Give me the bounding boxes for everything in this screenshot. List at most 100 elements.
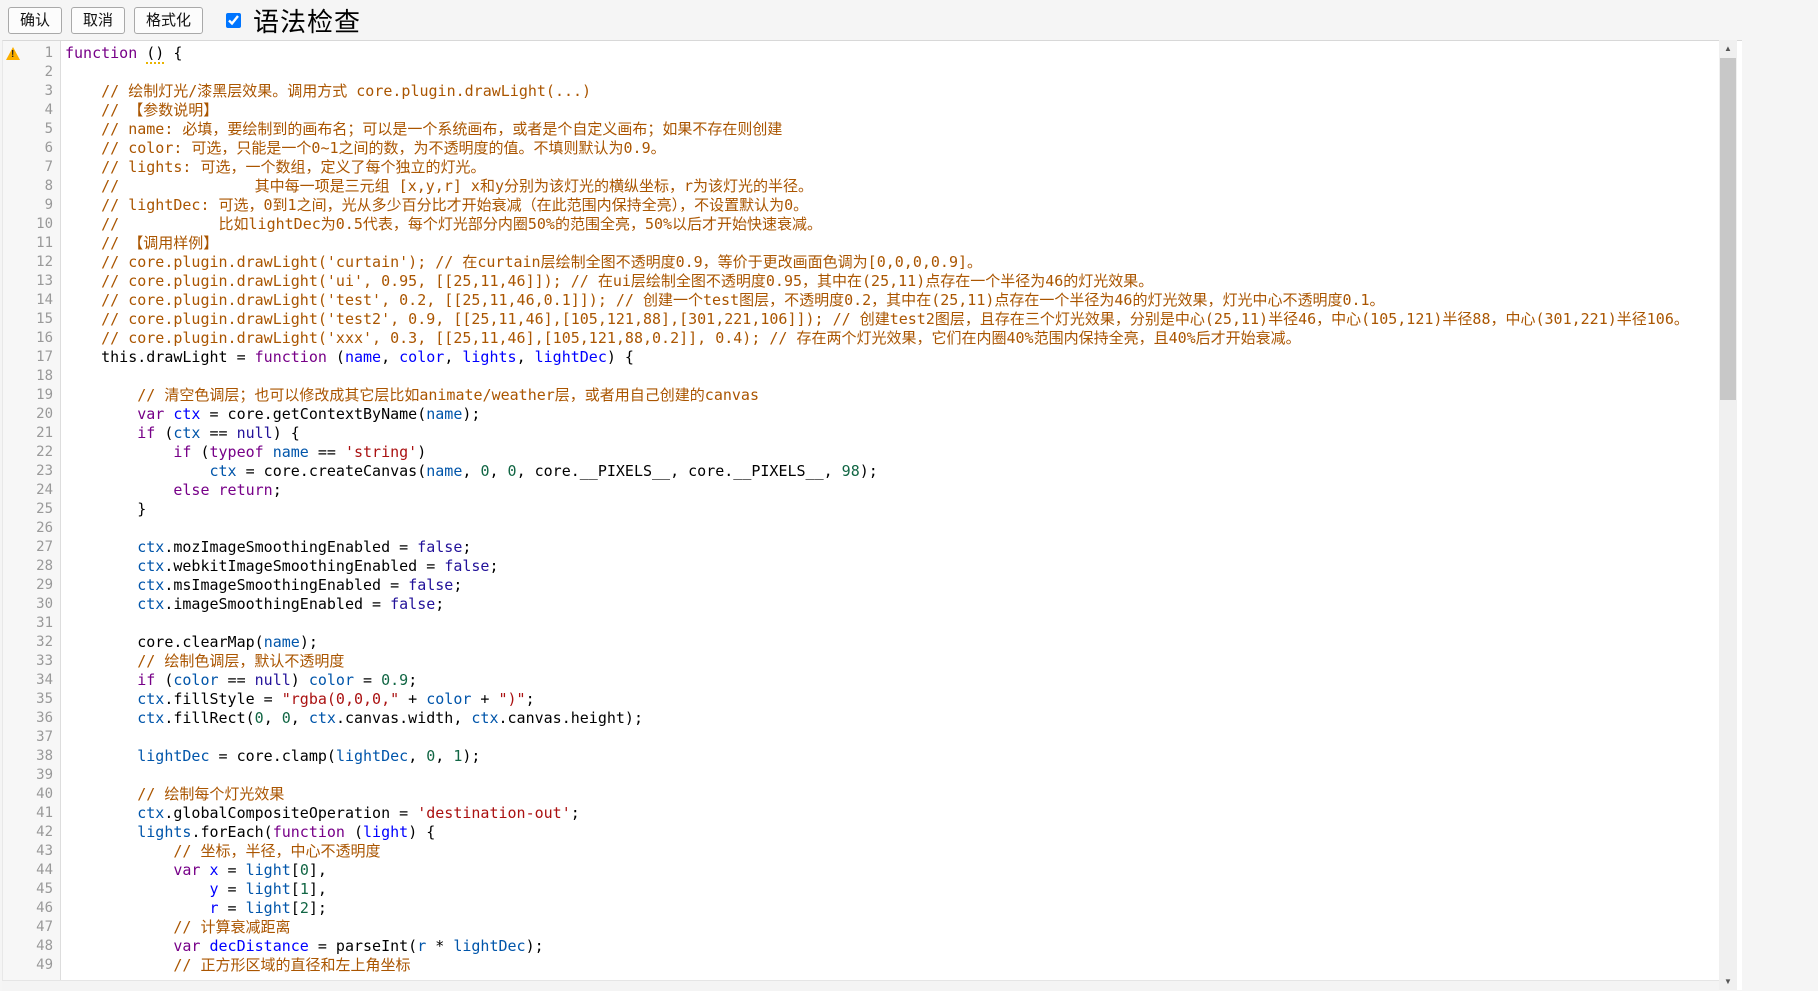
scroll-down-button[interactable]: ▼	[1719, 973, 1737, 990]
code-line[interactable]: 3 // 绘制灯光/漆黑层效果。调用方式 core.plugin.drawLig…	[3, 82, 1720, 101]
code-text[interactable]	[61, 63, 1720, 82]
code-line[interactable]: 29 ctx.msImageSmoothingEnabled = false;	[3, 576, 1720, 595]
code-line[interactable]: 10 // 比如lightDec为0.5代表，每个灯光部分内圈50%的范围全亮，…	[3, 215, 1720, 234]
code-line[interactable]: 12 // core.plugin.drawLight('curtain'); …	[3, 253, 1720, 272]
code-text[interactable]: // name: 必填，要绘制到的画布名；可以是一个系统画布，或者是个自定义画布…	[61, 120, 1720, 139]
code-text[interactable]: // core.plugin.drawLight('xxx', 0.3, [[2…	[61, 329, 1720, 348]
code-text[interactable]: // core.plugin.drawLight('ui', 0.95, [[2…	[61, 272, 1720, 291]
code-line[interactable]: 41 ctx.globalCompositeOperation = 'desti…	[3, 804, 1720, 823]
code-line[interactable]: 4 // 【参数说明】	[3, 101, 1720, 120]
code-text[interactable]: ctx.msImageSmoothingEnabled = false;	[61, 576, 1720, 595]
code-line[interactable]: 32 core.clearMap(name);	[3, 633, 1720, 652]
code-line[interactable]: 19 // 清空色调层；也可以修改成其它层比如animate/weather层，…	[3, 386, 1720, 405]
code-line[interactable]: 34 if (color == null) color = 0.9;	[3, 671, 1720, 690]
code-line[interactable]: 21 if (ctx == null) {	[3, 424, 1720, 443]
code-line[interactable]: 38 lightDec = core.clamp(lightDec, 0, 1)…	[3, 747, 1720, 766]
code-text[interactable]	[61, 519, 1720, 538]
code-line[interactable]: 26	[3, 519, 1720, 538]
code-line[interactable]: 13 // core.plugin.drawLight('ui', 0.95, …	[3, 272, 1720, 291]
confirm-button[interactable]: 确认	[8, 7, 62, 34]
code-line[interactable]: 27 ctx.mozImageSmoothingEnabled = false;	[3, 538, 1720, 557]
code-text[interactable]: // 计算衰减距离	[61, 918, 1720, 937]
code-text[interactable]: lightDec = core.clamp(lightDec, 0, 1);	[61, 747, 1720, 766]
code-line[interactable]: 37	[3, 728, 1720, 747]
code-line[interactable]: 18	[3, 367, 1720, 386]
scroll-up-button[interactable]: ▲	[1719, 40, 1737, 57]
code-text[interactable]: // core.plugin.drawLight('test2', 0.9, […	[61, 310, 1720, 329]
code-line[interactable]: 49 // 正方形区域的直径和左上角坐标	[3, 956, 1720, 975]
code-line[interactable]: 31	[3, 614, 1720, 633]
code-text[interactable]: var ctx = core.getContextByName(name);	[61, 405, 1720, 424]
code-text[interactable]: else return;	[61, 481, 1720, 500]
code-text[interactable]: ctx.imageSmoothingEnabled = false;	[61, 595, 1720, 614]
code-text[interactable]: ctx = core.createCanvas(name, 0, 0, core…	[61, 462, 1720, 481]
code-text[interactable]: r = light[2];	[61, 899, 1720, 918]
code-line[interactable]: 1function () {	[3, 44, 1720, 63]
code-line[interactable]: 23 ctx = core.createCanvas(name, 0, 0, c…	[3, 462, 1720, 481]
code-text[interactable]: // 绘制色调层，默认不透明度	[61, 652, 1720, 671]
code-line[interactable]: 6 // color: 可选，只能是一个0~1之间的数，为不透明度的值。不填则默…	[3, 139, 1720, 158]
code-text[interactable]: function () {	[61, 44, 1720, 63]
code-line[interactable]: 30 ctx.imageSmoothingEnabled = false;	[3, 595, 1720, 614]
code-line[interactable]: 45 y = light[1],	[3, 880, 1720, 899]
code-line[interactable]: 7 // lights: 可选，一个数组，定义了每个独立的灯光。	[3, 158, 1720, 177]
code-line[interactable]: 33 // 绘制色调层，默认不透明度	[3, 652, 1720, 671]
code-line[interactable]: 14 // core.plugin.drawLight('test', 0.2,…	[3, 291, 1720, 310]
code-area[interactable]: 1function () {23 // 绘制灯光/漆黑层效果。调用方式 core…	[3, 44, 1720, 975]
code-line[interactable]: 20 var ctx = core.getContextByName(name)…	[3, 405, 1720, 424]
vertical-scrollbar[interactable]: ▲ ▼	[1719, 40, 1737, 990]
code-text[interactable]	[61, 614, 1720, 633]
lint-warning-icon[interactable]	[3, 44, 23, 63]
code-text[interactable]: lights.forEach(function (light) {	[61, 823, 1720, 842]
code-text[interactable]: // 绘制灯光/漆黑层效果。调用方式 core.plugin.drawLight…	[61, 82, 1720, 101]
code-text[interactable]: ctx.fillStyle = "rgba(0,0,0," + color + …	[61, 690, 1720, 709]
code-text[interactable]: var decDistance = parseInt(r * lightDec)…	[61, 937, 1720, 956]
code-text[interactable]: ctx.fillRect(0, 0, ctx.canvas.width, ctx…	[61, 709, 1720, 728]
code-line[interactable]: 42 lights.forEach(function (light) {	[3, 823, 1720, 842]
code-text[interactable]: ctx.mozImageSmoothingEnabled = false;	[61, 538, 1720, 557]
code-line[interactable]: 40 // 绘制每个灯光效果	[3, 785, 1720, 804]
horizontal-scrollbar[interactable]	[2, 980, 1719, 991]
syntax-check-checkbox[interactable]	[226, 13, 241, 28]
code-line[interactable]: 2	[3, 63, 1720, 82]
code-line[interactable]: 5 // name: 必填，要绘制到的画布名；可以是一个系统画布，或者是个自定义…	[3, 120, 1720, 139]
code-text[interactable]: // 【参数说明】	[61, 101, 1720, 120]
scrollbar-thumb[interactable]	[1720, 58, 1736, 400]
code-text[interactable]: core.clearMap(name);	[61, 633, 1720, 652]
code-text[interactable]: // lightDec: 可选，0到1之间，光从多少百分比才开始衰减（在此范围内…	[61, 196, 1720, 215]
code-line[interactable]: 9 // lightDec: 可选，0到1之间，光从多少百分比才开始衰减（在此范…	[3, 196, 1720, 215]
code-text[interactable]: if (typeof name == 'string')	[61, 443, 1720, 462]
code-editor[interactable]: 1function () {23 // 绘制灯光/漆黑层效果。调用方式 core…	[2, 40, 1742, 990]
code-text[interactable]: this.drawLight = function (name, color, …	[61, 348, 1720, 367]
code-line[interactable]: 44 var x = light[0],	[3, 861, 1720, 880]
code-text[interactable]	[61, 766, 1720, 785]
code-text[interactable]: // core.plugin.drawLight('curtain'); // …	[61, 253, 1720, 272]
code-line[interactable]: 17 this.drawLight = function (name, colo…	[3, 348, 1720, 367]
code-text[interactable]	[61, 728, 1720, 747]
code-line[interactable]: 8 // 其中每一项是三元组 [x,y,r] x和y分别为该灯光的横纵坐标，r为…	[3, 177, 1720, 196]
code-text[interactable]: }	[61, 500, 1720, 519]
code-text[interactable]: // 清空色调层；也可以修改成其它层比如animate/weather层，或者用…	[61, 386, 1720, 405]
code-line[interactable]: 47 // 计算衰减距离	[3, 918, 1720, 937]
code-line[interactable]: 48 var decDistance = parseInt(r * lightD…	[3, 937, 1720, 956]
code-text[interactable]: // 正方形区域的直径和左上角坐标	[61, 956, 1720, 975]
code-text[interactable]: if (color == null) color = 0.9;	[61, 671, 1720, 690]
code-text[interactable]: // color: 可选，只能是一个0~1之间的数，为不透明度的值。不填则默认为…	[61, 139, 1720, 158]
code-line[interactable]: 46 r = light[2];	[3, 899, 1720, 918]
code-line[interactable]: 22 if (typeof name == 'string')	[3, 443, 1720, 462]
code-line[interactable]: 16 // core.plugin.drawLight('xxx', 0.3, …	[3, 329, 1720, 348]
cancel-button[interactable]: 取消	[71, 7, 125, 34]
code-text[interactable]: // lights: 可选，一个数组，定义了每个独立的灯光。	[61, 158, 1720, 177]
code-line[interactable]: 11 // 【调用样例】	[3, 234, 1720, 253]
code-text[interactable]: if (ctx == null) {	[61, 424, 1720, 443]
code-line[interactable]: 43 // 坐标，半径，中心不透明度	[3, 842, 1720, 861]
format-button[interactable]: 格式化	[134, 7, 203, 34]
code-text[interactable]: ctx.webkitImageSmoothingEnabled = false;	[61, 557, 1720, 576]
code-line[interactable]: 28 ctx.webkitImageSmoothingEnabled = fal…	[3, 557, 1720, 576]
code-line[interactable]: 24 else return;	[3, 481, 1720, 500]
code-text[interactable]	[61, 367, 1720, 386]
code-text[interactable]: // 坐标，半径，中心不透明度	[61, 842, 1720, 861]
code-text[interactable]: // 绘制每个灯光效果	[61, 785, 1720, 804]
code-line[interactable]: 39	[3, 766, 1720, 785]
code-text[interactable]: var x = light[0],	[61, 861, 1720, 880]
